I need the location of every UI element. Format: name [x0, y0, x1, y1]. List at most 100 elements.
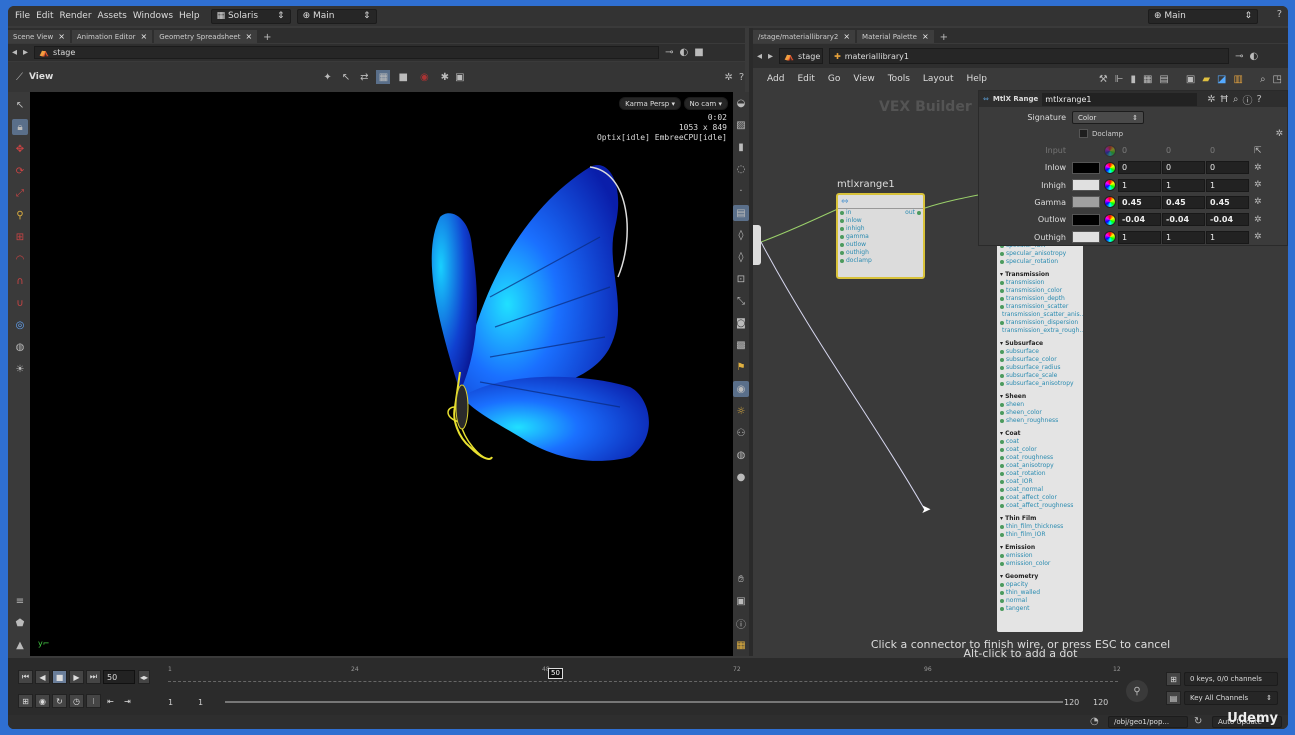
menu-view[interactable]: View — [853, 74, 874, 84]
range-start[interactable]: 1 — [198, 698, 203, 707]
menu-tools[interactable]: Tools — [888, 74, 910, 84]
dot-icon[interactable]: · — [733, 183, 749, 199]
menu-edit[interactable]: Edit — [797, 74, 814, 84]
material-port[interactable]: transmission_scatter_anis... — [1000, 311, 1083, 319]
color-swatch[interactable] — [1072, 161, 1100, 174]
grid-icon[interactable]: ▦ — [1143, 74, 1152, 85]
port-doclamp[interactable]: doclamp — [840, 257, 923, 265]
lasso-icon[interactable]: ◠ — [12, 251, 28, 267]
material-port[interactable]: thin_film_IOR — [1000, 531, 1080, 539]
frame-ruler[interactable]: 1 24 48 72 96 12 50 — [168, 666, 1121, 682]
scale-icon[interactable]: ⤢ — [12, 185, 28, 201]
tab-scene-view[interactable]: Scene View × — [8, 30, 70, 43]
camera-persp-menu[interactable]: Karma Persp ▾ — [619, 97, 681, 110]
add-tab-icon[interactable]: + — [263, 32, 271, 43]
flag-icon[interactable]: ⚑ — [733, 359, 749, 375]
material-port[interactable]: specular_rotation — [1000, 258, 1080, 266]
close-icon[interactable]: × — [245, 32, 252, 41]
stop-icon[interactable]: ◍ — [733, 447, 749, 463]
stop-icon[interactable]: ■ — [52, 670, 67, 684]
link-icon[interactable]: ◐ — [1249, 51, 1258, 62]
port-outhigh[interactable]: outhigh — [840, 249, 923, 257]
play-icon[interactable]: ▶ — [69, 670, 84, 684]
range-end[interactable]: 120 — [1064, 698, 1079, 707]
vector-icon[interactable]: ⤡ — [733, 293, 749, 309]
gear-icon[interactable]: ✲ — [725, 72, 733, 83]
prev-key-icon[interactable]: ⇤ — [103, 694, 118, 708]
material-port[interactable]: transmission_color — [1000, 287, 1080, 295]
rotate-icon[interactable]: ⟳ — [12, 163, 28, 179]
bug-icon[interactable]: ✱ — [441, 72, 449, 83]
param-value-field[interactable]: -0.04 — [1206, 213, 1249, 227]
material-port[interactable]: coat_roughness — [1000, 454, 1080, 462]
help-icon[interactable]: ? — [1256, 94, 1261, 105]
port-out[interactable]: out — [905, 209, 921, 217]
hand-icon[interactable]: ✋︎ — [733, 571, 749, 587]
range-slider[interactable] — [225, 701, 1063, 703]
tab-animation-editor[interactable]: Animation Editor × — [71, 30, 153, 43]
play-back-icon[interactable]: ◀ — [35, 670, 50, 684]
gear-icon[interactable]: ✲ — [1275, 129, 1283, 139]
keyframe-icon[interactable]: ⊞ — [18, 694, 33, 708]
sun-icon[interactable]: ☼ — [733, 403, 749, 419]
list-icon[interactable]: ▮ — [1130, 74, 1136, 85]
material-port[interactable]: transmission_dispersion — [1000, 319, 1080, 327]
material-port[interactable]: coat_rotation — [1000, 470, 1080, 478]
menu-add[interactable]: Add — [767, 74, 784, 84]
param-value-field[interactable]: 0 — [1206, 161, 1249, 175]
desktop-dropdown[interactable]: ▦ Solaris ⇕ — [210, 8, 291, 24]
param-value-field[interactable]: 0.45 — [1162, 195, 1205, 209]
color-wheel-icon[interactable] — [1104, 161, 1116, 174]
color-swatch[interactable] — [1072, 179, 1100, 192]
color-swatch[interactable] — [1072, 196, 1100, 209]
param-value-field[interactable]: 0.45 — [1118, 195, 1161, 209]
color-swatch[interactable] — [1072, 213, 1100, 226]
stamp-icon[interactable]: ⬟ — [12, 615, 28, 631]
material-port[interactable]: tangent — [1000, 605, 1080, 613]
render-region-icon[interactable]: ⊡ — [733, 271, 749, 287]
material-port[interactable]: subsurface — [1000, 348, 1080, 356]
light-toggle-icon[interactable]: ◌ — [733, 161, 749, 177]
material-port[interactable]: transmission_depth — [1000, 295, 1080, 303]
note-icon[interactable]: ▰ — [1202, 74, 1210, 85]
menu-help[interactable]: Help — [179, 11, 200, 21]
pose-icon[interactable]: ⚲ — [12, 207, 28, 223]
port-inhigh[interactable]: inhigh — [840, 225, 923, 233]
sphere-view-icon[interactable]: ◉ — [733, 381, 749, 397]
link-icon[interactable]: ◐ — [679, 47, 688, 58]
menu-file[interactable]: File — [15, 11, 30, 21]
gear-icon[interactable]: ✲ — [1254, 232, 1262, 242]
signature-dropdown[interactable]: Color ⇕ — [1072, 111, 1144, 124]
menu-edit[interactable]: Edit — [36, 11, 53, 21]
tree-icon[interactable]: ⊩ — [1115, 74, 1124, 85]
color-wheel-icon[interactable] — [1104, 196, 1116, 209]
shade-icon[interactable]: ▨ — [733, 117, 749, 133]
gear-icon[interactable]: ✲ — [1207, 94, 1215, 105]
snapshot-icon[interactable]: ▣ — [455, 72, 464, 83]
table-icon[interactable]: ▤ — [1159, 74, 1168, 85]
help-icon[interactable]: ? — [739, 72, 744, 83]
material-port[interactable]: subsurface_anisotropy — [1000, 380, 1080, 388]
back-icon[interactable]: ◂ — [12, 47, 17, 58]
material-port[interactable]: emission — [1000, 552, 1080, 560]
doclamp-checkbox[interactable] — [1079, 129, 1088, 138]
end-frame[interactable]: 120 — [1093, 698, 1108, 707]
forward-icon[interactable]: ▸ — [768, 51, 773, 62]
key-icon[interactable]: ⚲ — [1126, 680, 1148, 702]
material-port[interactable]: sheen_roughness — [1000, 417, 1080, 425]
menu-windows[interactable]: Windows — [133, 11, 173, 21]
material-port[interactable]: transmission_scatter — [1000, 303, 1080, 311]
tab-material-library[interactable]: /stage/materiallibrary2 × — [753, 30, 856, 43]
param-value-field[interactable]: 1 — [1206, 230, 1249, 244]
grid-view-icon[interactable]: ▦ — [733, 637, 749, 653]
material-port[interactable]: opacity — [1000, 581, 1080, 589]
tab-material-palette[interactable]: Material Palette × — [857, 30, 934, 43]
material-port[interactable]: coat_IOR — [1000, 478, 1080, 486]
color-swatch[interactable] — [1072, 231, 1100, 243]
gear-icon[interactable]: ✲ — [1254, 215, 1262, 225]
color-wheel-icon[interactable] — [1104, 213, 1116, 226]
color-swatch[interactable] — [1072, 145, 1100, 157]
maximize-icon[interactable]: ◳ — [1273, 74, 1282, 85]
go-end-icon[interactable]: ⏭ — [86, 670, 101, 684]
path-materiallibrary[interactable]: ✚ materiallibrary1 — [829, 48, 1230, 64]
